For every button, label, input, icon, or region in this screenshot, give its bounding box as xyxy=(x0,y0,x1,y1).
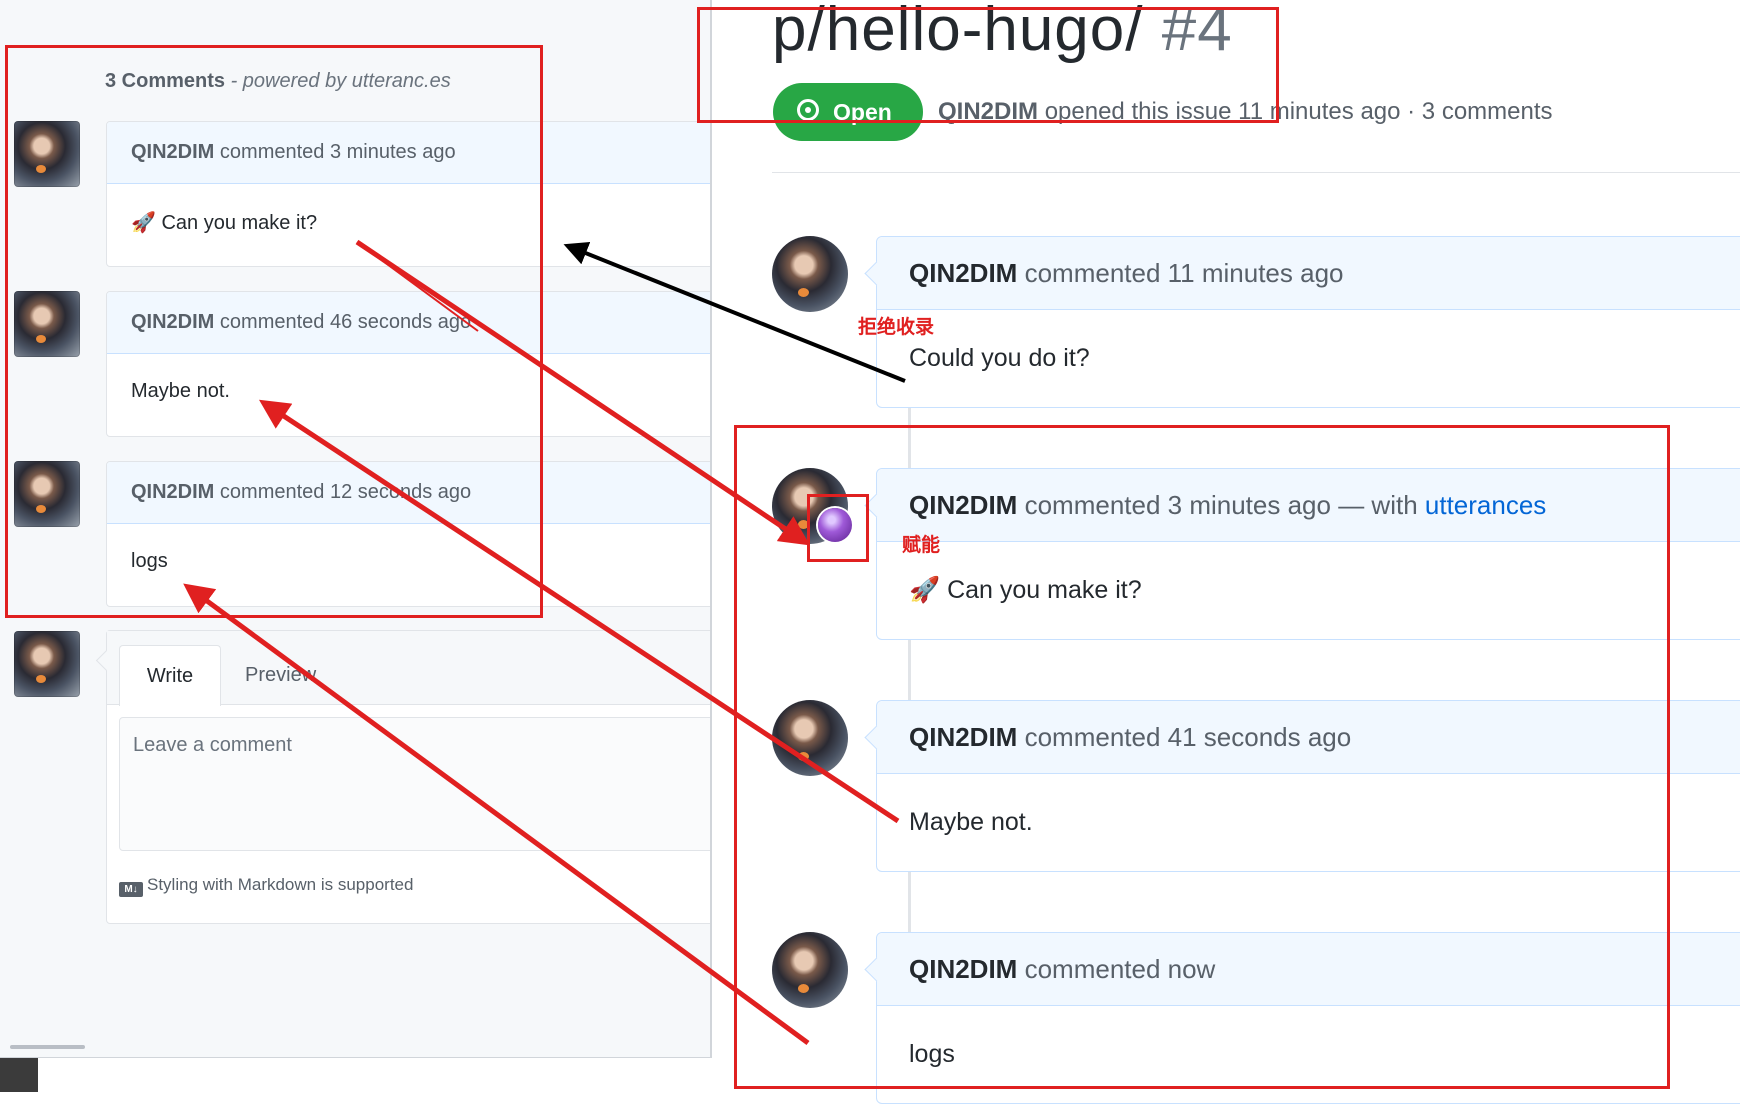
horizontal-scrollbar[interactable] xyxy=(10,1045,85,1049)
annotation-box-bot-icon xyxy=(807,494,869,562)
avatar xyxy=(14,631,80,697)
annotation-box-title xyxy=(697,7,1279,123)
comment-text: Could you do it? xyxy=(909,344,1090,372)
tab-preview[interactable]: Preview xyxy=(245,645,316,705)
comment-timestamp[interactable]: commented 11 minutes ago xyxy=(1025,258,1344,288)
taskbar-corner xyxy=(0,1058,38,1092)
markdown-note-text: Styling with Markdown is supported xyxy=(147,875,414,894)
panel-divider xyxy=(710,0,712,1092)
header-divider xyxy=(772,172,1740,173)
annotation-box-right-comments xyxy=(734,425,1670,1089)
left-bottom-strip xyxy=(0,1057,712,1093)
comment-editor: Write Preview Leave a comment M↓ Styling … xyxy=(95,630,712,924)
markdown-note: M↓ Styling with Markdown is supported xyxy=(119,875,413,897)
annotation-box-left-comments xyxy=(5,45,543,618)
comment-placeholder: Leave a comment xyxy=(133,734,292,756)
comment-card: QIN2DIM commented 11 minutes ago Could y… xyxy=(864,236,1740,408)
editor-tabs: Write Preview xyxy=(107,631,712,706)
tab-write[interactable]: Write xyxy=(119,645,221,706)
annotation-label-empower: 赋能 xyxy=(902,534,941,556)
avatar[interactable] xyxy=(772,236,848,312)
annotation-label-rejected: 拒绝收录 xyxy=(858,316,935,338)
markdown-icon: M↓ xyxy=(119,882,143,897)
comment-author[interactable]: QIN2DIM xyxy=(909,258,1017,288)
comment-textarea[interactable]: Leave a comment xyxy=(119,717,712,851)
comment-body: Could you do it? xyxy=(877,310,1740,373)
comment-header: QIN2DIM commented 11 minutes ago xyxy=(877,237,1740,310)
